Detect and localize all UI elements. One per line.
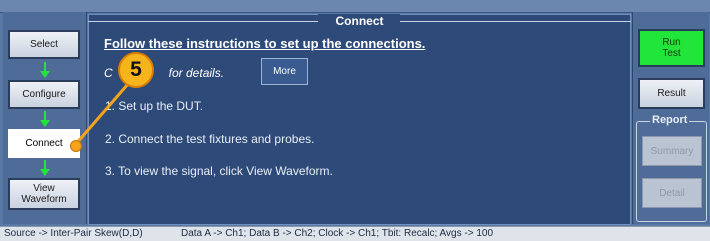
top-strip [0, 0, 710, 13]
status-config: Data A -> Ch1; Data B -> Ch2; Clock -> C… [181, 228, 494, 239]
status-bar: Source -> Inter-Pair Skew(D,D) Data A ->… [0, 226, 710, 241]
step-configure-label: Configure [22, 89, 66, 100]
details-suffix: for details. [168, 66, 225, 80]
status-source: Source -> Inter-Pair Skew(D,D) [4, 228, 143, 239]
run-label: Run [662, 37, 681, 48]
test-label: Test [662, 48, 681, 59]
report-group-label: Report [650, 114, 690, 126]
run-test-button[interactable]: Run Test [638, 29, 705, 67]
instruction-3: 3. To view the signal, click View Wavefo… [105, 164, 333, 178]
result-button[interactable]: Result [638, 78, 705, 109]
down-arrow-icon [40, 111, 50, 127]
callout-anchor-dot [70, 140, 82, 152]
detail-button[interactable]: Detail [642, 178, 702, 208]
step-select-button[interactable]: Select [8, 30, 80, 59]
step-view-label: View [33, 183, 55, 194]
step-select-label: Select [30, 39, 58, 50]
summary-button[interactable]: Summary [642, 136, 702, 166]
instruction-1: 1. Set up the DUT. [105, 99, 204, 113]
callout-number-badge: 5 [118, 52, 154, 88]
step-connect-label: Connect [25, 138, 63, 149]
down-arrow-icon [40, 62, 50, 78]
step-view-waveform-button[interactable]: View Waveform [8, 178, 80, 210]
instruction-2: 2. Connect the test fixtures and probes. [105, 132, 315, 146]
details-prefix: C [104, 66, 113, 80]
step-waveform-label: Waveform [21, 194, 67, 205]
step-configure-button[interactable]: Configure [8, 80, 80, 109]
instructions-heading: Follow these instructions to set up the … [104, 36, 426, 51]
panel-title: Connect [335, 14, 384, 28]
step-connect-button[interactable]: Connect [8, 129, 80, 158]
more-button[interactable]: More [261, 58, 308, 85]
down-arrow-icon [40, 160, 50, 176]
